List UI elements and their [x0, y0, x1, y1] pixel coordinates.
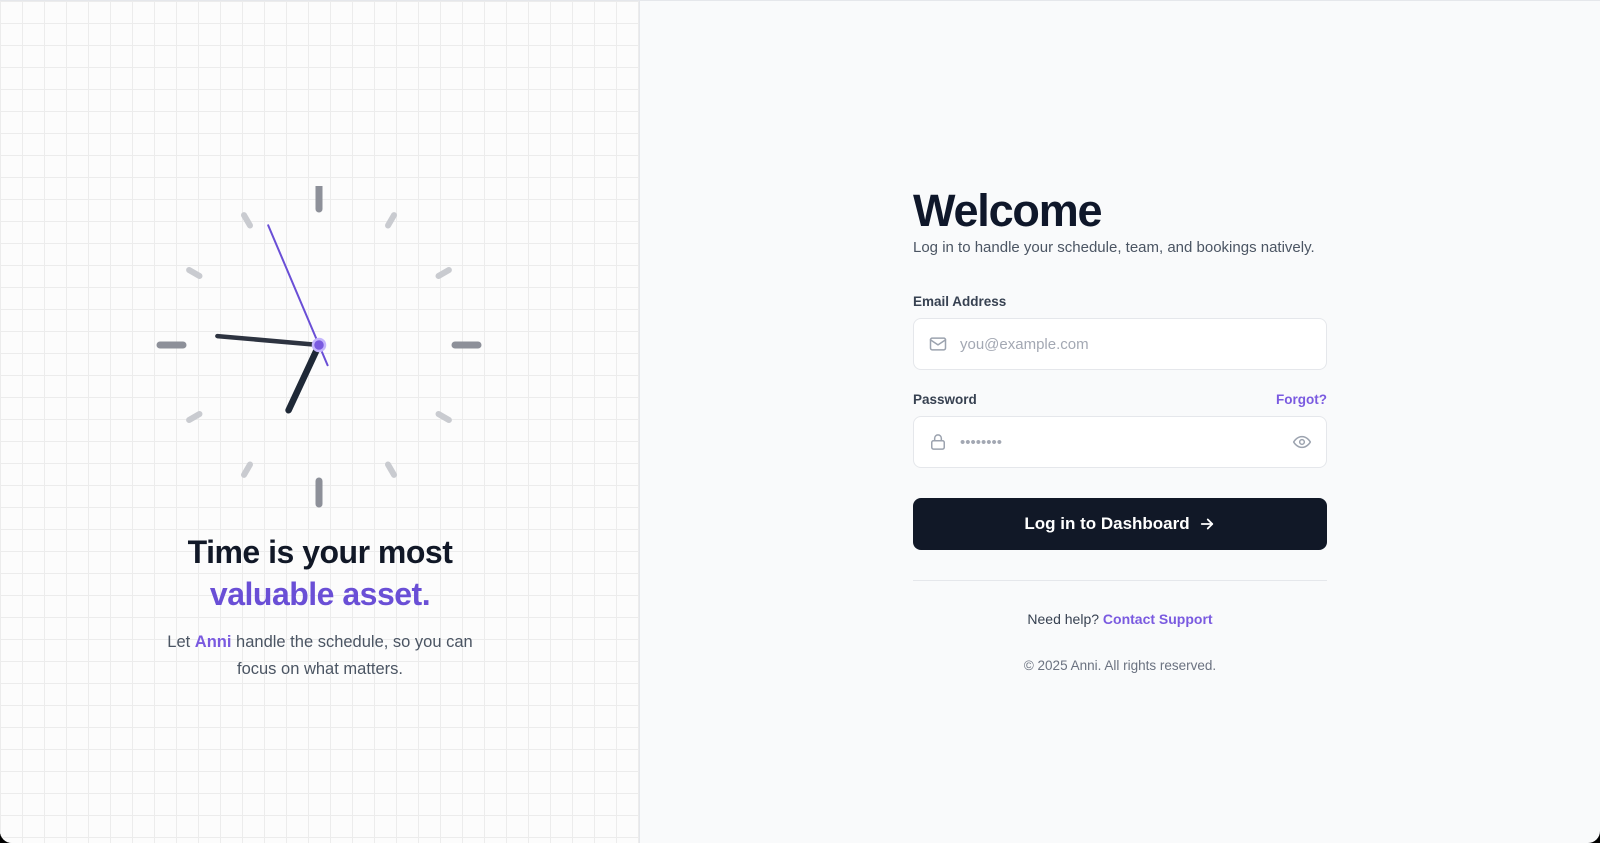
mail-icon	[929, 337, 947, 351]
login-button-label: Log in to Dashboard	[1024, 514, 1190, 533]
clock-center-pin	[311, 337, 327, 353]
lock-icon	[931, 434, 945, 450]
email-label: Email Address	[913, 294, 1007, 309]
clock-minute-hand	[215, 333, 322, 348]
password-label-row: Password Forgot?	[913, 392, 1327, 407]
divider	[913, 580, 1327, 581]
login-button[interactable]: Log in to Dashboard	[913, 498, 1327, 550]
hero-panel: Time is your most valuable asset. Let An…	[0, 1, 640, 843]
clock-tick	[241, 212, 253, 229]
hero-tagline: Let Anni handle the schedule, so you can…	[150, 629, 490, 683]
eye-icon[interactable]	[1292, 432, 1312, 452]
tagline-prefix: Let	[167, 633, 195, 651]
arrow-right-icon	[1200, 518, 1213, 530]
password-field-wrapper[interactable]	[913, 416, 1327, 468]
clock-tick	[385, 461, 397, 478]
clock-tick	[186, 267, 203, 279]
password-label: Password	[913, 392, 977, 407]
contact-support-link[interactable]: Contact Support	[1103, 611, 1213, 627]
app-window: Time is your most valuable asset. Let An…	[0, 0, 1600, 843]
login-form: Welcome Log in to handle your schedule, …	[913, 186, 1327, 673]
password-input[interactable]	[960, 433, 1292, 451]
tagline-suffix: handle the schedule, so you can focus on…	[231, 633, 473, 678]
clock-tick	[186, 411, 203, 423]
clock-tick	[241, 461, 253, 478]
clock-hour-hand	[285, 341, 323, 414]
brand-name: Anni	[194, 633, 232, 651]
clock-illustration	[156, 186, 482, 508]
page-title: Welcome	[913, 185, 1103, 236]
login-panel: Welcome Log in to handle your schedule, …	[640, 1, 1600, 843]
email-input[interactable]	[960, 335, 1312, 353]
email-label-row: Email Address	[913, 294, 1327, 309]
email-field-wrapper[interactable]	[913, 318, 1327, 370]
clock-tick	[435, 267, 452, 279]
help-text: Need help? Contact Support	[913, 611, 1327, 627]
help-prefix: Need help?	[1027, 611, 1100, 627]
clock-tick	[435, 411, 452, 423]
copyright-text: © 2025 Anni. All rights reserved.	[1023, 658, 1217, 673]
page-subtitle: Log in to handle your schedule, team, an…	[913, 239, 1315, 256]
email-group: Email Address	[913, 294, 1327, 370]
hero-headline-line1: Time is your most	[187, 534, 453, 570]
hero-headline: Time is your most valuable asset.	[0, 531, 640, 615]
clock-tick	[385, 212, 397, 229]
forgot-password-link[interactable]: Forgot?	[1276, 392, 1327, 407]
password-group: Password Forgot?	[913, 392, 1327, 468]
hero-headline-accent: valuable asset.	[209, 576, 431, 612]
